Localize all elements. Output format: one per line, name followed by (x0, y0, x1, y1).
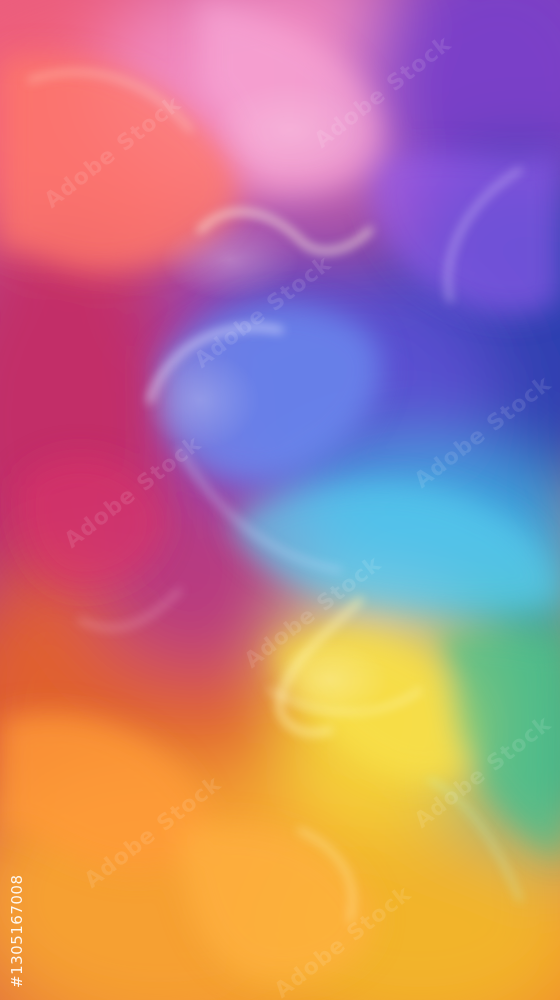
abstract-silk-image (0, 0, 560, 1000)
stock-number-text: #1305167008 (8, 874, 26, 988)
image-canvas: Adobe Stock Adobe Stock Adobe Stock Adob… (0, 0, 560, 1000)
stock-number-label: #1305167008 (8, 728, 28, 988)
